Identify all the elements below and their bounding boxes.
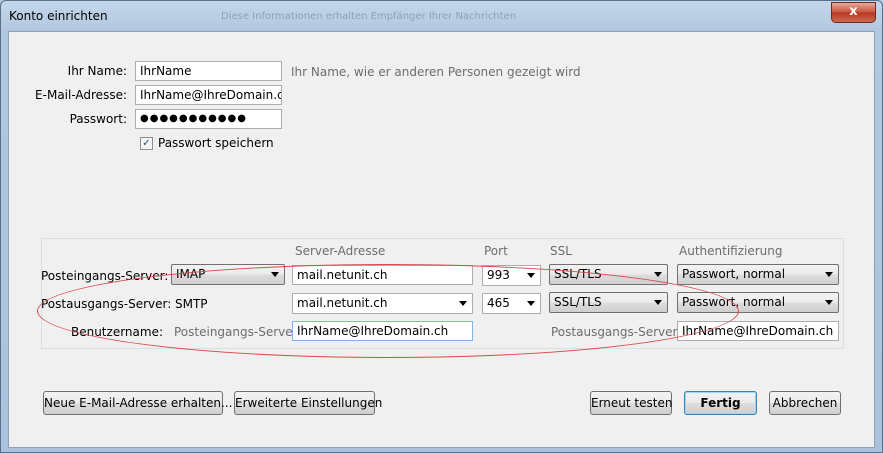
window-title: Konto einrichten xyxy=(9,9,108,23)
outgoing-auth-select[interactable]: Passwort, normal xyxy=(677,292,839,313)
incoming-ssl-value: SSL/TLS xyxy=(554,267,602,281)
retest-button[interactable]: Erneut testen xyxy=(590,391,672,415)
chevron-down-icon xyxy=(825,272,833,277)
close-button[interactable]: x xyxy=(831,2,876,23)
chevron-down-icon xyxy=(654,300,662,305)
done-button[interactable]: Fertig xyxy=(684,391,757,415)
save-password-label[interactable]: Passwort speichern xyxy=(158,136,274,150)
incoming-protocol-value: IMAP xyxy=(176,267,206,281)
outgoing-port-value: 465 xyxy=(487,296,510,310)
username-incoming-field[interactable]: IhrName@IhreDomain.ch xyxy=(292,321,473,341)
account-setup-window: Konto einrichten Diese Informationen erh… xyxy=(0,0,883,453)
password-field[interactable]: ●●●●●●●●●●● xyxy=(135,109,282,129)
outgoing-protocol-value: SMTP xyxy=(175,297,208,311)
column-header-auth: Authentifizierung xyxy=(679,244,783,258)
username-outgoing-label: Postausgangs-Server: xyxy=(551,325,682,339)
outgoing-auth-value: Passwort, normal xyxy=(682,295,786,309)
incoming-ssl-select[interactable]: SSL/TLS xyxy=(549,264,668,285)
title-bar[interactable]: Konto einrichten Diese Informationen erh… xyxy=(1,1,882,31)
outgoing-port-select[interactable]: 465 xyxy=(482,293,541,314)
new-email-address-button[interactable]: Neue E-Mail-Adresse erhalten... xyxy=(43,391,232,415)
chevron-down-icon xyxy=(825,300,833,305)
column-header-ssl: SSL xyxy=(550,244,572,258)
username-incoming-label: Posteingangs-Server: xyxy=(174,325,302,339)
dialog-body: Ihr Name: IhrName Ihr Name, wie er ander… xyxy=(8,31,875,448)
name-field[interactable]: IhrName xyxy=(135,61,282,81)
chevron-down-icon xyxy=(459,301,467,306)
incoming-protocol-select[interactable]: IMAP xyxy=(171,264,285,285)
name-label: Ihr Name: xyxy=(67,64,127,78)
cancel-button[interactable]: Abbrechen xyxy=(769,391,841,415)
outgoing-ssl-select[interactable]: SSL/TLS xyxy=(549,292,668,313)
email-field[interactable]: IhrName@IhreDomain.ch xyxy=(135,85,282,105)
incoming-port-value: 993 xyxy=(487,268,510,282)
background-window-title: Diese Informationen erhalten Empfänger I… xyxy=(221,11,517,22)
name-hint: Ihr Name, wie er anderen Personen gezeig… xyxy=(291,65,581,79)
checkmark-icon: ✓ xyxy=(142,138,151,149)
column-header-port: Port xyxy=(484,244,508,258)
outgoing-server-label: Postausgangs-Server: xyxy=(41,297,172,311)
incoming-server-address-field[interactable]: mail.netunit.ch xyxy=(292,265,473,285)
username-label: Benutzername: xyxy=(70,325,163,339)
chevron-down-icon xyxy=(654,272,662,277)
chevron-down-icon xyxy=(527,273,535,278)
save-password-checkbox[interactable]: ✓ xyxy=(140,137,153,150)
chevron-down-icon xyxy=(527,301,535,306)
username-outgoing-field[interactable]: IhrName@IhreDomain.ch xyxy=(677,321,839,341)
incoming-auth-select[interactable]: Passwort, normal xyxy=(677,264,839,285)
outgoing-server-address-select[interactable]: mail.netunit.ch xyxy=(292,293,473,314)
close-icon: x xyxy=(849,4,858,19)
password-label: Passwort: xyxy=(69,112,127,126)
incoming-server-label: Posteingangs-Server: xyxy=(41,269,169,283)
chevron-down-icon xyxy=(271,272,279,277)
email-label: E-Mail-Adresse: xyxy=(35,88,127,102)
incoming-port-select[interactable]: 993 xyxy=(482,265,541,286)
column-header-server-address: Server-Adresse xyxy=(295,244,386,258)
advanced-settings-button[interactable]: Erweiterte Einstellungen xyxy=(234,391,382,415)
incoming-auth-value: Passwort, normal xyxy=(682,267,786,281)
outgoing-server-address-value: mail.netunit.ch xyxy=(297,296,388,310)
outgoing-ssl-value: SSL/TLS xyxy=(554,295,602,309)
